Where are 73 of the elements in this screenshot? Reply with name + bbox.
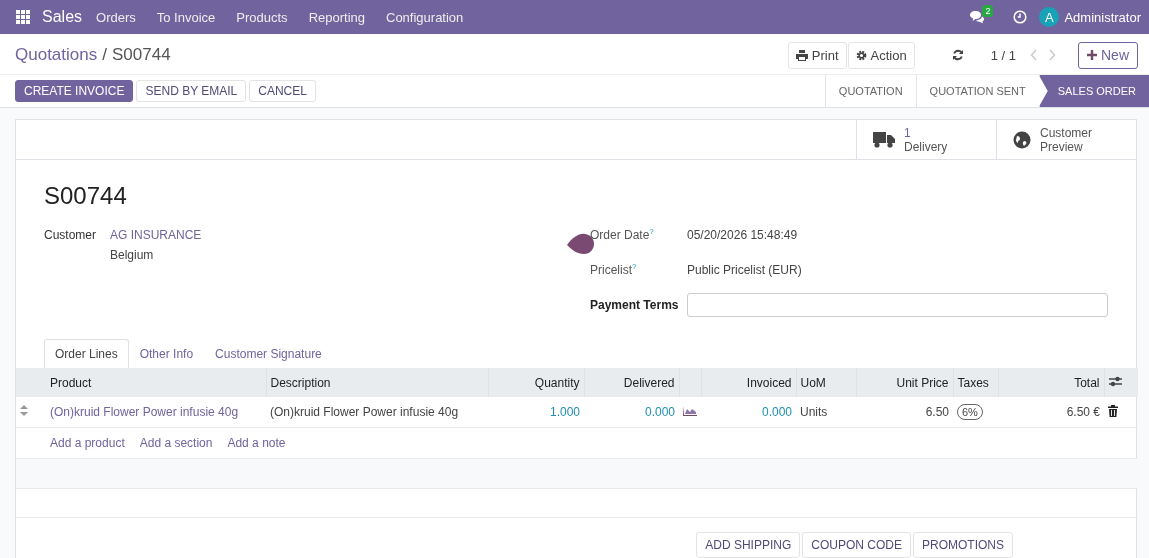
customer-link[interactable]: AG INSURANCE	[110, 228, 202, 242]
notification-badge: 2	[982, 5, 994, 17]
record-title: S00744	[44, 182, 128, 210]
order-date-value: 05/20/2026 15:48:49	[687, 227, 798, 242]
column-header[interactable]: Product	[46, 368, 266, 397]
field-label: Pricelist$^{?}$	[590, 262, 638, 277]
table-cell: 1.000	[549, 405, 580, 419]
column-header[interactable]: Description	[266, 368, 488, 397]
tab[interactable]: Other Info	[128, 339, 205, 368]
add-line-link[interactable]: Add a section	[139, 436, 213, 450]
column-header[interactable]: Total	[998, 368, 1104, 397]
app-title[interactable]: Sales	[42, 8, 83, 26]
column-header[interactable]: Delivered	[584, 368, 679, 397]
menu-item[interactable]: Configuration	[386, 9, 464, 25]
refresh-icon[interactable]	[951, 49, 964, 61]
header-button[interactable]: CREATE INVOICE	[15, 80, 134, 102]
breadcrumb-link[interactable]: Quotations	[15, 45, 98, 65]
menu-item[interactable]: To Invoice	[156, 9, 216, 25]
clock-icon[interactable]	[1013, 10, 1028, 24]
footer-button[interactable]: PROMOTIONS	[913, 532, 1013, 558]
help-mark[interactable]: ?	[632, 262, 637, 271]
truck-icon	[873, 131, 895, 148]
payment-terms-field[interactable]	[687, 292, 1108, 317]
smart-button-label: Preview	[1040, 139, 1084, 154]
footer-button[interactable]: COUPON CODE	[802, 532, 911, 558]
column-header[interactable]: Unit Price	[856, 368, 953, 397]
field-label: Order Date$^{?}$	[590, 227, 655, 242]
trash-icon[interactable]	[1108, 404, 1118, 417]
pricelist-value: Public Pricelist (EUR)	[687, 262, 802, 277]
smart-button-value: Customer	[1040, 125, 1092, 140]
pager-value[interactable]: 1 / 1	[990, 47, 1016, 63]
customer-country: Belgium	[110, 248, 155, 262]
table-cell: 6.50 €	[1066, 405, 1100, 419]
user-name[interactable]: Administrator	[1064, 9, 1141, 25]
table-cell: Units	[800, 405, 828, 419]
status-stage[interactable]: SALES ORDER	[1038, 75, 1149, 107]
plus-icon	[1087, 50, 1097, 60]
column-header[interactable]: Quantity	[488, 368, 584, 397]
menu-item[interactable]: Products	[236, 9, 288, 25]
action-button[interactable]: Action	[847, 41, 915, 69]
menu-item[interactable]: Orders	[96, 9, 136, 25]
print-button[interactable]: Print	[787, 41, 847, 69]
chat-icon[interactable]	[969, 10, 986, 24]
drag-handle-icon[interactable]	[20, 405, 28, 416]
breadcrumb-separator: /	[102, 45, 107, 65]
smart-button-label: Delivery	[904, 139, 948, 154]
field-label: Payment Terms	[590, 297, 680, 312]
field-label: Customer	[44, 228, 97, 244]
smart-button-value: 1	[904, 125, 912, 140]
area-chart-icon[interactable]	[683, 406, 697, 416]
add-line-link[interactable]: Add a note	[227, 436, 286, 450]
menu-item[interactable]: Reporting	[308, 9, 365, 25]
add-line-link[interactable]: Add a product	[50, 436, 125, 450]
tab[interactable]: Customer Signature	[204, 339, 333, 368]
column-settings-icon[interactable]	[1108, 375, 1122, 387]
table-cell: 6.50	[925, 405, 949, 419]
header-button[interactable]: SEND BY EMAIL	[136, 80, 247, 102]
gear-icon	[855, 49, 867, 61]
column-header[interactable]: Taxes	[953, 368, 998, 397]
printer-icon	[795, 49, 808, 61]
column-header[interactable]: UoM	[796, 368, 856, 397]
column-header[interactable]: Invoiced	[701, 368, 796, 397]
apps-menu-icon[interactable]	[16, 10, 30, 24]
new-button[interactable]: New	[1078, 41, 1138, 69]
help-mark[interactable]: ?	[649, 227, 654, 236]
table-cell: 0.000	[761, 405, 792, 419]
footer-button[interactable]: ADD SHIPPING	[696, 532, 801, 558]
globe-icon	[1013, 130, 1031, 149]
record-breadcrumb: S00744	[111, 45, 171, 65]
header-button[interactable]: CANCEL	[249, 80, 316, 102]
product-cell[interactable]: (On)kruid Flower Power infusie 40g	[50, 405, 239, 419]
table-cell: (On)kruid Flower Power infusie 40g	[270, 405, 459, 419]
table-cell: 0.000	[644, 405, 675, 419]
